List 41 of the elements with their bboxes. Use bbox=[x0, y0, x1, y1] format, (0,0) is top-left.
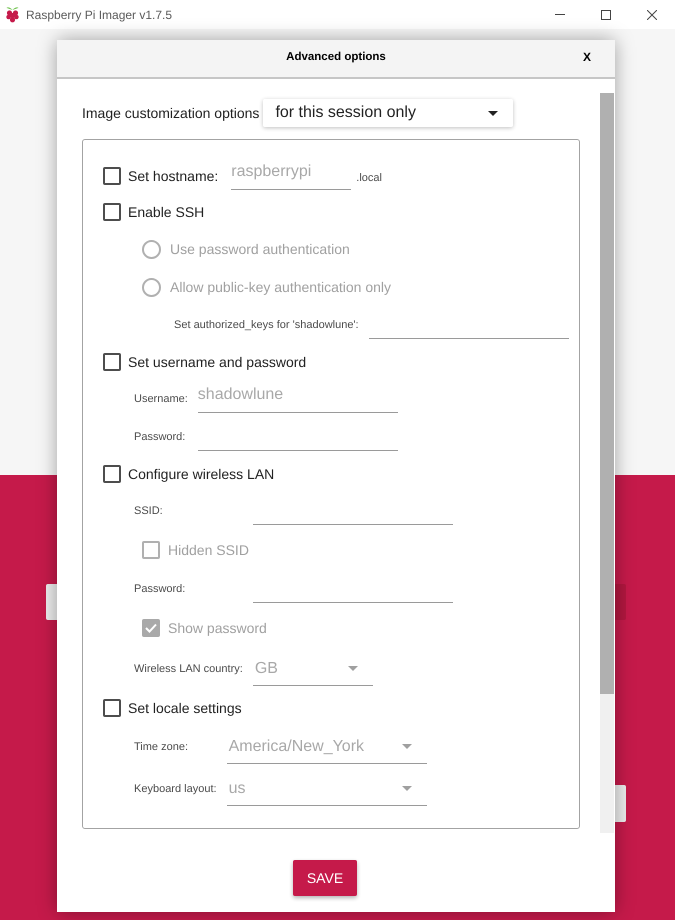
caret-icon bbox=[402, 744, 412, 749]
field-label: Wireless LAN country: bbox=[134, 662, 243, 677]
close-icon bbox=[647, 10, 657, 20]
button-edge bbox=[615, 584, 626, 620]
scrollbar-thumb[interactable] bbox=[600, 93, 614, 694]
radio-label: Allow public-key authentication only bbox=[170, 278, 392, 297]
checkbox-label: Hidden SSID bbox=[168, 540, 249, 560]
field-label: Password: bbox=[134, 582, 186, 597]
radio-label: Use password authentication bbox=[170, 240, 350, 259]
dialog-title: Advanced options bbox=[286, 50, 386, 65]
checkmark-icon bbox=[145, 623, 157, 633]
field-label: Password: bbox=[134, 430, 186, 445]
field-label: Time zone: bbox=[134, 740, 188, 755]
customization-label: Image customization options bbox=[82, 104, 260, 123]
checkbox[interactable] bbox=[103, 465, 121, 483]
checkbox-label: Configure wireless LAN bbox=[128, 464, 274, 484]
button-edge bbox=[46, 584, 57, 620]
raspberry-icon bbox=[5, 6, 20, 23]
checkbox[interactable] bbox=[103, 699, 121, 717]
save-button[interactable]: SAVE bbox=[293, 860, 357, 896]
minimize-icon bbox=[555, 14, 565, 15]
caret-icon bbox=[488, 110, 498, 116]
suffix-label: .local bbox=[356, 170, 382, 186]
caret-icon bbox=[348, 666, 358, 671]
checkbox-label: Show password bbox=[168, 618, 267, 638]
field-label: SSID: bbox=[134, 504, 163, 519]
caret-icon bbox=[402, 786, 412, 791]
checkbox-label: Set locale settings bbox=[128, 698, 242, 718]
checkbox[interactable] bbox=[103, 353, 121, 371]
checkbox-label: Set username and password bbox=[128, 352, 306, 372]
field-label: Keyboard layout: bbox=[134, 782, 217, 797]
checkbox-label: Set hostname: bbox=[128, 166, 218, 186]
field-label: Set authorized_keys for 'shadowlune': bbox=[174, 318, 359, 333]
field-label: Username: bbox=[134, 392, 188, 407]
dropdown[interactable]: for this session only bbox=[263, 99, 514, 127]
maximize-icon bbox=[601, 10, 611, 20]
window-title: Raspberry Pi Imager v1.7.5 bbox=[26, 6, 172, 24]
close-button[interactable]: X bbox=[582, 49, 591, 65]
checkbox-label: Enable SSH bbox=[128, 202, 204, 222]
checkbox[interactable] bbox=[103, 167, 121, 185]
checkbox[interactable] bbox=[103, 203, 121, 221]
